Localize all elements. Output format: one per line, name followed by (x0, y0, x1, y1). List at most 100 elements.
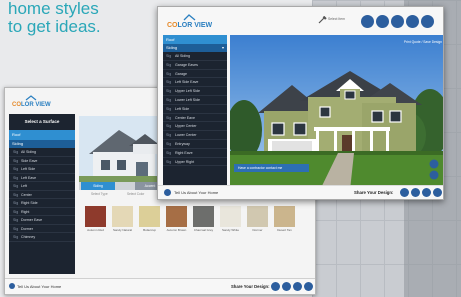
sidebar-item[interactable]: Sig Upper Center (163, 122, 227, 132)
sidebar-item-label: Upper Right (175, 159, 195, 164)
colorview-logo: CO LOR VIEW (12, 95, 51, 108)
folder-icon[interactable] (376, 15, 389, 28)
sidebar-item-label: Entryway (175, 141, 190, 146)
sidebar-item-label: Dormer Eave (21, 218, 43, 222)
color-swatch[interactable] (112, 206, 133, 227)
sidebar-item-label: Right Side (21, 201, 38, 205)
hammer-icon[interactable] (318, 16, 327, 24)
svg-text:CO: CO (167, 22, 178, 29)
sidebar-item[interactable]: Sig Lower Center (163, 131, 227, 140)
email-share-icon[interactable] (400, 188, 409, 197)
sidebar-title: Select a Surface (24, 119, 60, 124)
sidebar-item-roof[interactable]: Roof (9, 130, 75, 140)
sidebar-item-tag: Sig (166, 71, 172, 76)
print-quote-link[interactable]: Print Quote / Save Design (398, 40, 442, 44)
zoom-controls (429, 159, 439, 180)
sidebar-item[interactable]: Sig Garage (163, 70, 227, 79)
sidebar-item[interactable]: Sig Dormer Eave (9, 216, 75, 225)
twitter-share-icon[interactable] (293, 282, 302, 291)
facebook-share-icon[interactable] (282, 282, 291, 291)
tell-us-link[interactable]: Tell Us About Your Home (17, 284, 61, 289)
select-color-dropdown[interactable]: Select Color (127, 192, 144, 196)
color-swatch[interactable] (193, 206, 214, 227)
sidebar-item-label: Left Side (21, 167, 36, 171)
sidebar-item-label: Garage (175, 71, 187, 76)
sidebar-item[interactable]: Sig Lower Left Side (163, 96, 227, 105)
sidebar-item[interactable]: Sig Right (9, 208, 75, 216)
sidebar-item-tag: Sig (166, 150, 172, 155)
sidebar-item-label: Right (21, 209, 30, 214)
sidebar-item-tag: Sig (166, 124, 172, 129)
color-swatch[interactable] (247, 206, 268, 227)
color-swatch-label: Desert Tan (277, 228, 292, 232)
sidebar-item-label: Upper Left Side (175, 89, 200, 94)
sidebar-item-tag: Sig (13, 158, 19, 163)
sidebar-item[interactable]: Sig Left Side (163, 105, 227, 114)
sidebar-item[interactable]: Sig Center (9, 191, 75, 199)
sidebar-item[interactable]: Sig Center Eave (163, 114, 227, 123)
pinterest-share-icon[interactable] (433, 188, 442, 197)
color-swatch[interactable] (85, 206, 106, 227)
sidebar-item[interactable]: Sig Garage Eaves (163, 61, 227, 70)
zoom-out-icon[interactable] (429, 170, 439, 180)
chevron-down-icon: ▾ (221, 45, 224, 50)
sidebar-item-label: Left Side (175, 106, 190, 111)
sidebar-item[interactable]: Sig Side Eave (9, 157, 75, 165)
sidebar-item-label: All Siding (175, 54, 190, 58)
sidebar-item[interactable]: Sig Right Side (9, 199, 75, 208)
pinterest-share-icon[interactable] (304, 282, 313, 291)
share-label: Share Your Design: (354, 190, 394, 195)
sidebar-item-siding[interactable]: Siding ▾ (163, 44, 227, 52)
help-icon[interactable] (421, 15, 434, 28)
sidebar-item-label: Upper Center (175, 124, 197, 129)
colorview-screenshot-front: CO LOR VIEW Select Item Roof Siding ▾ Si… (157, 6, 444, 200)
sidebar-item-tag: Sig (166, 80, 172, 85)
top-toolbar (361, 15, 443, 29)
info-icon[interactable] (9, 283, 15, 289)
sidebar-item[interactable]: Sig Chimney (9, 233, 75, 242)
print-icon[interactable] (406, 15, 419, 28)
sidebar-item[interactable]: Sig Right Eave (163, 149, 227, 158)
sidebar-item-tag: Sig (166, 115, 172, 120)
sidebar-item[interactable]: Sig Dormer (9, 225, 75, 233)
sidebar-item-tag: Sig (166, 89, 172, 94)
sidebar-item-tag: Sig (13, 209, 19, 214)
tell-us-link[interactable]: Tell Us About Your Home (174, 190, 218, 195)
sidebar-item-siding[interactable]: Siding (9, 140, 75, 148)
tab-siding[interactable]: Siding (81, 182, 115, 190)
sidebar-item[interactable]: Sig Upper Left Side (163, 87, 227, 96)
sidebar-item[interactable]: Sig All Siding (9, 148, 75, 157)
zoom-in-icon[interactable] (429, 159, 439, 169)
sidebar-item[interactable]: Sig Left Side Eave (163, 78, 227, 88)
share-label: Share Your Design: (231, 284, 270, 289)
sidebar-item-tag: Sig (13, 150, 19, 154)
twitter-share-icon[interactable] (422, 188, 431, 197)
email-share-icon[interactable] (271, 282, 280, 291)
sidebar-item-label: Left Side Eave (175, 80, 199, 85)
sidebar-item-tag: Sig (166, 106, 172, 111)
info-icon[interactable] (164, 189, 171, 196)
select-type-dropdown[interactable]: Select Type (91, 192, 108, 196)
sidebar-item[interactable]: Sig Left Side (9, 165, 75, 174)
facebook-share-icon[interactable] (411, 188, 420, 197)
sidebar-item[interactable]: Sig Entryway (163, 140, 227, 149)
color-swatch[interactable] (220, 206, 241, 227)
sidebar-item[interactable]: Sig Left (9, 182, 75, 191)
sidebar-item[interactable]: Sig All Siding (163, 52, 227, 61)
color-swatch[interactable] (274, 206, 295, 227)
bottom-bar: Tell Us About Your Home Share Your Desig… (158, 185, 443, 199)
sidebar-item[interactable]: Sig Left Eave (9, 174, 75, 182)
svg-text:CO: CO (12, 102, 21, 108)
color-swatch[interactable] (139, 206, 160, 227)
sidebar-item-tag: Sig (13, 175, 19, 180)
home-icon[interactable] (361, 15, 374, 28)
sidebar-item[interactable]: Sig Upper Right (163, 158, 227, 167)
sidebar-item-tag: Sig (13, 184, 19, 188)
contact-contractor-button[interactable]: Have a contractor contact me (234, 164, 309, 172)
sidebar-item-roof[interactable]: Roof (163, 35, 227, 44)
sidebar-item-tag: Sig (166, 54, 172, 58)
surface-sidebar: Select a Surface Roof Siding Sig All Sidi… (9, 114, 75, 274)
color-swatch[interactable] (166, 206, 187, 227)
save-icon[interactable] (391, 15, 404, 28)
sidebar-item-label: Lower Center (175, 133, 197, 138)
